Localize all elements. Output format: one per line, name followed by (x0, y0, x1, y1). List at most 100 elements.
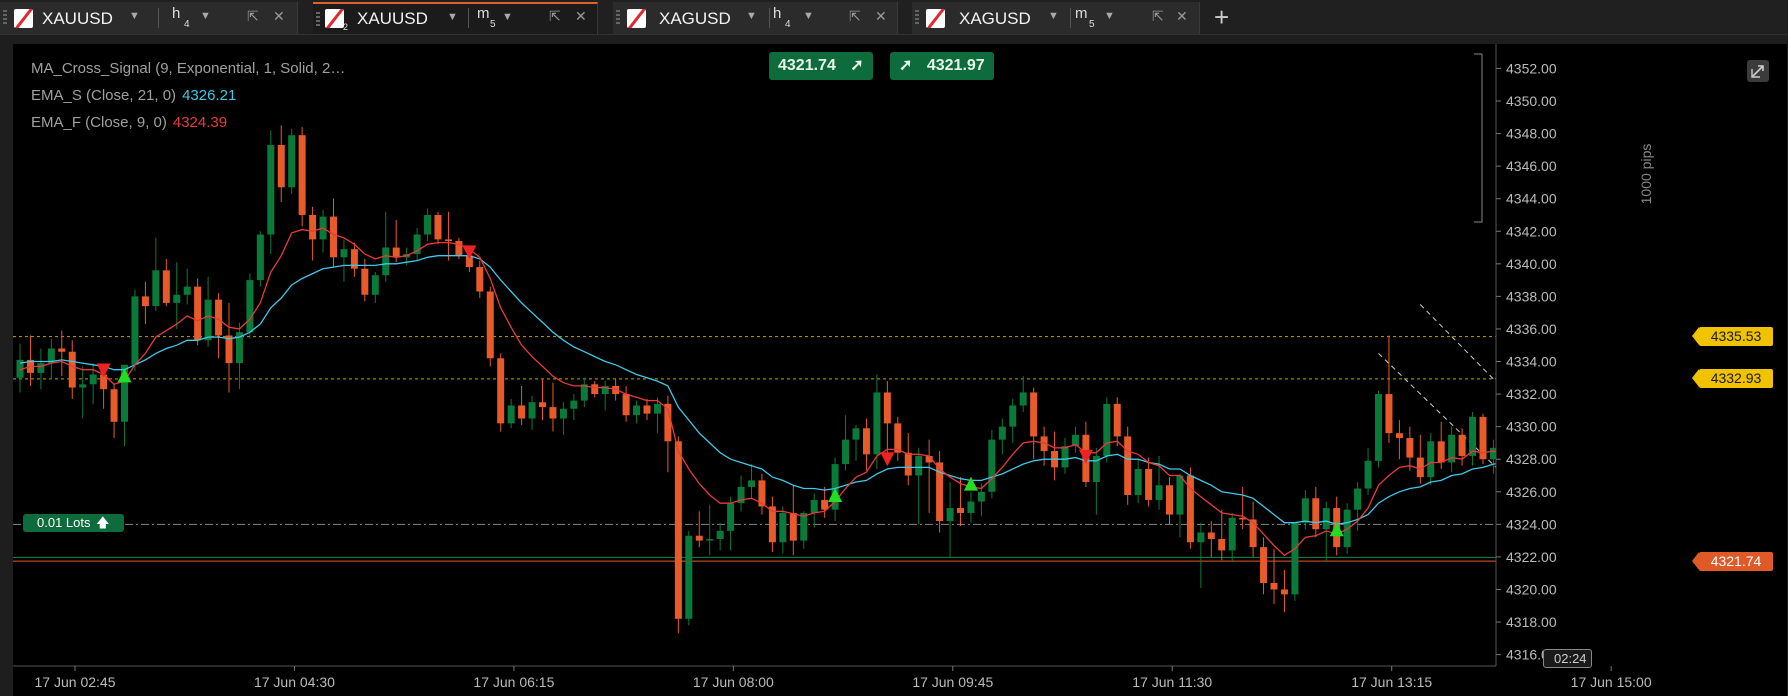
candle-body (1207, 532, 1215, 539)
buy-button[interactable]: ➚ 4321.97 (890, 52, 994, 80)
candle-body (1312, 498, 1320, 530)
candle-body (622, 394, 630, 416)
price-tag[interactable]: 4332.93 (1692, 369, 1773, 389)
candle-body (1280, 589, 1288, 595)
timeframe-chevron-icon[interactable]: ▼ (1104, 10, 1115, 22)
chevron-down-icon[interactable]: ▼ (129, 10, 140, 22)
candle-body (382, 247, 390, 276)
timeframe-unit: h (773, 5, 782, 22)
drag-handle-icon[interactable] (316, 12, 320, 28)
timeframe-value: 5 (490, 19, 496, 30)
candle-body (79, 384, 87, 388)
pips-scale-label: 1000 pips (1638, 143, 1654, 205)
timeframe-chevron-icon[interactable]: ▼ (803, 10, 814, 22)
detach-icon[interactable]: ⇱ (247, 8, 259, 25)
legend-ma-cross-signal[interactable]: MA_Cross_Signal (9, Exponential, 1, Soli… (31, 60, 345, 77)
close-icon[interactable]: ✕ (575, 8, 587, 25)
candle-body (789, 512, 797, 541)
candle-body (842, 439, 850, 465)
time-tick-label: 17 Jun 02:45 (35, 674, 116, 690)
candle-body (89, 374, 97, 385)
candle-body (1176, 475, 1184, 515)
price-tick-label: 4336.00 (1506, 321, 1557, 337)
candle-body (1019, 392, 1027, 406)
candle-body (727, 503, 735, 531)
candle-body (831, 464, 839, 510)
tab-symbol: XAUUSD (42, 9, 113, 28)
candle-body (340, 249, 348, 258)
tab-bar: XAUUSD ▼ h 4 ▼ ⇱ ✕ 2 XAUUSD ▼ m 5 ▼ ⇱ ✕ … (0, 0, 1788, 35)
price-tick-label: 4348.00 (1506, 126, 1557, 142)
tab-xagusd-h4[interactable]: XAGUSD ▼ h 4 ▼ ⇱ ✕ (613, 2, 898, 34)
price-tick-label: 4332.00 (1506, 386, 1557, 402)
candle-body (1301, 498, 1309, 523)
detach-icon[interactable]: ⇱ (1152, 8, 1164, 25)
timeframe-unit: m (477, 5, 490, 22)
tab-xagusd-m5[interactable]: XAGUSD ▼ m 5 ▼ ⇱ ✕ (912, 2, 1200, 34)
candle-body (800, 512, 808, 541)
candle-body (1406, 438, 1414, 458)
close-icon[interactable]: ✕ (273, 8, 285, 25)
tab-symbol: XAUUSD (357, 9, 428, 28)
timeframe-chevron-icon[interactable]: ▼ (200, 10, 211, 22)
tab-symbol: XAGUSD (659, 9, 731, 28)
candle-body (68, 351, 76, 388)
legend-value: 4326.21 (182, 87, 237, 104)
candle-body (173, 294, 181, 303)
candle-body (946, 508, 954, 522)
candle-body (225, 335, 233, 364)
drag-handle-icon[interactable] (616, 10, 620, 26)
price-tag[interactable]: 4321.74 (1692, 551, 1773, 571)
detach-icon[interactable]: ⇱ (549, 8, 561, 25)
candle-body (486, 291, 494, 359)
price-tag[interactable]: 4335.53 (1692, 327, 1773, 347)
sell-button[interactable]: 4321.74 ➚ (769, 52, 873, 80)
candle-body (1134, 468, 1142, 496)
candlestick-chart[interactable]: 4316.004318.004320.004322.004324.004326.… (13, 44, 1787, 696)
legend-ema-fast[interactable]: EMA_F (Close, 9, 0) 4324.39 (31, 114, 227, 131)
candle-body (1458, 434, 1466, 456)
chevron-down-icon[interactable]: ▼ (1048, 10, 1059, 22)
tab-xauusd-h4[interactable]: XAUUSD ▼ h 4 ▼ ⇱ ✕ (0, 2, 298, 34)
candle-body (1291, 522, 1299, 595)
candle-body (1218, 538, 1226, 551)
chart-panel[interactable]: 4316.00 4318.00 4320.00 4322.00 4324.00 4326.… (13, 44, 1787, 696)
price-tick-label: 4350.00 (1506, 93, 1557, 109)
drag-handle-icon[interactable] (3, 10, 7, 26)
detach-icon[interactable]: ⇱ (849, 8, 861, 25)
chevron-down-icon[interactable]: ▼ (447, 11, 458, 23)
price-tick-label: 4320.00 (1506, 581, 1557, 597)
candle-body (695, 535, 703, 541)
tab-xauusd-m5[interactable]: 2 XAUUSD ▼ m 5 ▼ ⇱ ✕ (313, 2, 598, 34)
legend-ema-slow[interactable]: EMA_S (Close, 21, 0) 4326.21 (31, 87, 236, 104)
candle-body (1061, 446, 1069, 468)
expand-icon[interactable] (1747, 60, 1769, 82)
candle-body (131, 296, 139, 365)
close-icon[interactable]: ✕ (1176, 8, 1188, 25)
candle-body (1197, 532, 1205, 543)
candle-body (58, 348, 66, 352)
timeframe-value: 5 (1089, 19, 1095, 30)
price-tick-label: 4352.00 (1506, 60, 1557, 76)
sell-price: 4321.74 (778, 57, 836, 74)
candle-body (633, 405, 641, 416)
candle-body (559, 408, 567, 419)
candle-body (288, 135, 296, 188)
price-tick-label: 4324.00 (1506, 516, 1557, 532)
close-icon[interactable]: ✕ (875, 8, 887, 25)
arrow-up-right-icon: ➚ (899, 57, 913, 74)
chevron-down-icon[interactable]: ▼ (746, 10, 757, 22)
timer-value: 02:24 (1554, 651, 1587, 666)
drag-handle-icon[interactable] (915, 10, 919, 26)
candle-body (434, 214, 442, 240)
candle-body (549, 407, 557, 419)
lots-button[interactable]: 0.01 Lots 🡅 (23, 514, 124, 532)
candle-body (110, 389, 118, 422)
candle-body (1260, 547, 1268, 583)
time-tick-label: 17 Jun 08:00 (693, 674, 774, 690)
candle-body (570, 400, 578, 409)
buy-signal-arrow (963, 476, 978, 491)
candle-body (1469, 416, 1477, 456)
new-tab-button[interactable]: + (1214, 2, 1229, 33)
timeframe-chevron-icon[interactable]: ▼ (502, 11, 513, 23)
